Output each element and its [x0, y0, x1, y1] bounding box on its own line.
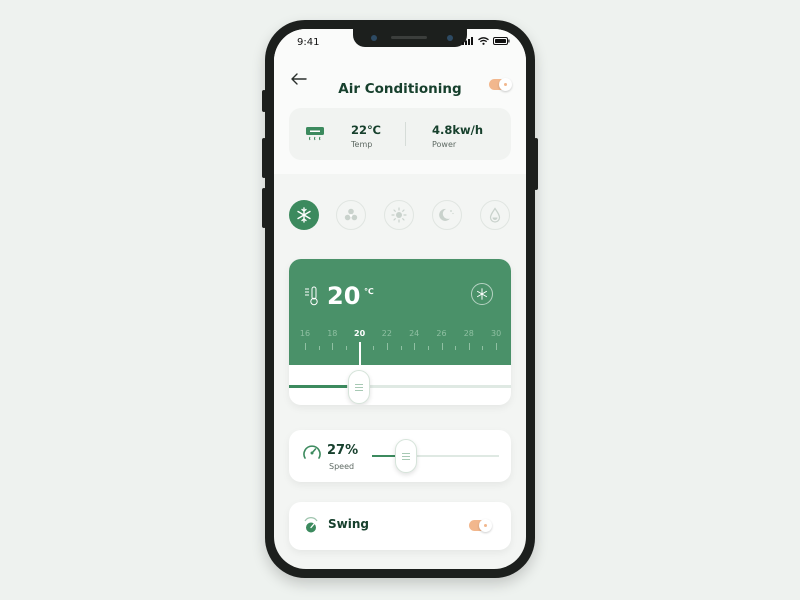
scale-label: 18 [327, 329, 338, 338]
temperature-card: 20 ℃ 16 18 20 22 24 26 28 30 [289, 259, 511, 405]
mode-cool-button[interactable] [289, 200, 319, 230]
speed-track-fill [372, 455, 396, 457]
speed-card: 27% Speed [289, 430, 511, 482]
snowflake-icon [297, 207, 311, 223]
scale-label: 30 [491, 329, 502, 338]
power-button [534, 138, 538, 190]
mode-sleep-button[interactable] [432, 200, 462, 230]
signal-icon [462, 37, 473, 45]
scale-tick [482, 346, 484, 350]
phone-frame: 9:41 Air Conditioning 22℃ Temp 4.8kw/h P… [262, 20, 538, 578]
divider [405, 122, 406, 146]
temperature-value: 20 [327, 282, 361, 310]
power-toggle[interactable] [489, 78, 512, 91]
swing-label: Swing [328, 517, 369, 531]
scale-label: 26 [436, 329, 447, 338]
scale-tick [305, 343, 306, 350]
speed-label: Speed [329, 462, 355, 471]
screen: 9:41 Air Conditioning 22℃ Temp 4.8kw/h P… [274, 29, 526, 569]
temperature-slider-thumb[interactable] [348, 370, 370, 404]
power-label: Power [432, 140, 457, 149]
volume-up-button [262, 138, 266, 178]
wifi-icon [478, 37, 489, 45]
scale-label: 16 [299, 329, 311, 338]
silent-switch [262, 90, 266, 112]
scale-tick [455, 346, 457, 350]
notch [353, 29, 467, 47]
scale-tick [468, 343, 470, 350]
speaker [391, 36, 427, 39]
mode-heat-button[interactable] [384, 200, 414, 230]
scale-label: 20 [354, 329, 366, 338]
water-drop-icon [489, 207, 501, 223]
scale-tick [496, 343, 498, 350]
battery-icon [493, 37, 510, 45]
scale-tick [318, 346, 320, 350]
scale-tick [414, 343, 416, 350]
status-time: 9:41 [297, 37, 320, 48]
fan-icon [344, 208, 358, 221]
thermometer-icon [305, 286, 318, 306]
sun-icon [391, 207, 407, 223]
temp-value: 22℃ [351, 123, 381, 137]
status-icons [462, 37, 510, 45]
swing-card: Swing [289, 502, 511, 550]
scale-label: 28 [463, 329, 474, 338]
temp-label: Temp [351, 140, 373, 149]
scale-label: 22 [381, 329, 392, 338]
snowflake-icon [477, 288, 487, 300]
mode-dry-button[interactable] [480, 200, 510, 230]
swing-icon [304, 517, 318, 533]
scale-tick [441, 343, 443, 350]
mode-fan-button[interactable] [336, 200, 366, 230]
scale-tick [427, 346, 429, 350]
volume-down-button [262, 188, 266, 228]
moon-icon [439, 208, 454, 221]
toggle-knob [479, 519, 492, 532]
toggle-knob [499, 78, 512, 91]
info-card: 22℃ Temp 4.8kw/h Power [289, 108, 511, 160]
camera-icon [447, 35, 453, 41]
scale-label: 24 [409, 329, 420, 338]
speed-value: 27% [327, 443, 359, 458]
temperature-track-fill [289, 385, 347, 388]
speedometer-icon [303, 445, 321, 459]
speed-slider-thumb[interactable] [395, 439, 418, 473]
scale-tick [345, 346, 347, 350]
power-value: 4.8kw/h [432, 123, 484, 137]
ac-unit-icon [306, 127, 324, 141]
scale-tick [332, 343, 334, 350]
temperature-unit: ℃ [364, 287, 374, 296]
temperature-panel: 20 ℃ 16 18 20 22 24 26 28 30 [289, 259, 511, 369]
sensor-icon [371, 35, 377, 41]
scale-tick [400, 346, 402, 350]
scale-tick [373, 346, 375, 350]
snowflake-badge [471, 283, 493, 305]
scale-tick [386, 343, 388, 350]
swing-toggle[interactable] [469, 519, 492, 532]
temperature-pointer [359, 342, 361, 369]
